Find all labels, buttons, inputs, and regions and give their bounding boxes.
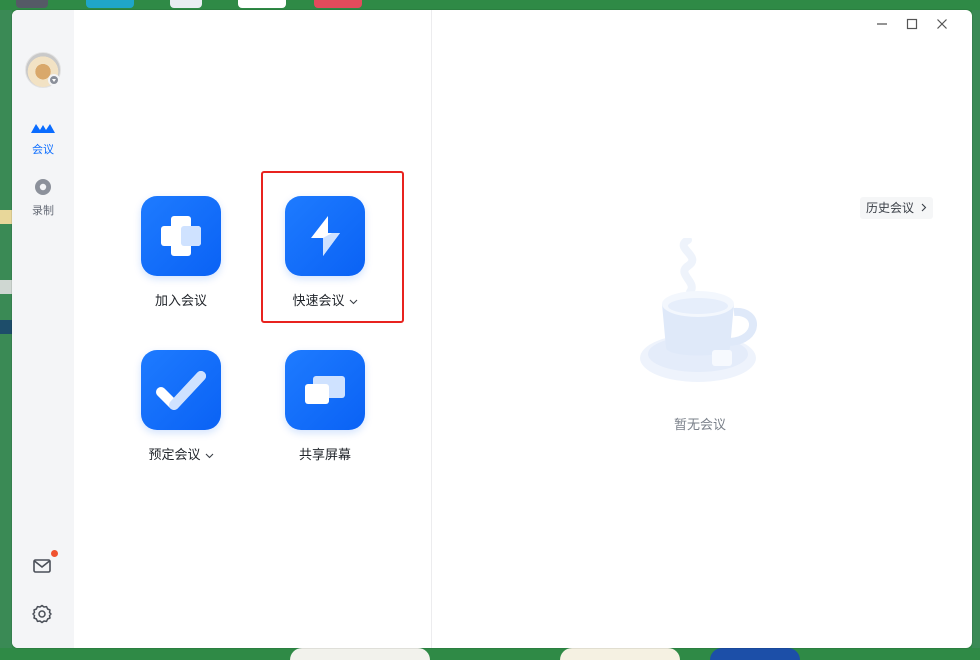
sidebar-item-label: 会议 <box>32 143 54 156</box>
history-meetings-label: 历史会议 <box>866 201 915 215</box>
empty-state-text: 暂无会议 <box>673 418 726 433</box>
sidebar-item-meeting[interactable]: 会议 <box>12 120 74 157</box>
window-controls <box>872 14 962 34</box>
schedule-meeting-label: 预定会议 <box>148 444 213 463</box>
desktop-icon[interactable] <box>314 0 362 8</box>
join-meeting-tile[interactable] <box>141 196 221 276</box>
sidebar-item-label: 录制 <box>32 204 54 217</box>
panel-divider <box>431 10 432 648</box>
chevron-right-icon <box>921 203 927 212</box>
lightning-icon <box>311 216 340 256</box>
notification-dot <box>51 550 58 557</box>
chevron-down-icon[interactable] <box>349 299 358 305</box>
desktop-icon[interactable] <box>238 0 286 8</box>
share-screen-label: 共享屏幕 <box>298 448 351 463</box>
schedule-meeting-button[interactable]: 预定会议 <box>111 350 251 463</box>
mail-icon[interactable] <box>31 555 53 577</box>
desktop-stripe <box>0 210 12 224</box>
avatar-status-badge <box>48 74 60 86</box>
desktop-icon[interactable] <box>16 0 48 8</box>
meeting-app-window: 会议 录制 加入会议 快速会议 预定会议 共享屏幕 历史会议 暂无会议 <box>12 10 972 648</box>
desktop-right-strip <box>972 10 980 660</box>
share-screen-button[interactable]: 共享屏幕 <box>255 350 395 463</box>
check-icon <box>156 371 206 410</box>
quick-meeting-text: 快速会议 <box>292 294 345 309</box>
desktop-icon[interactable] <box>86 0 134 8</box>
quick-meeting-button[interactable]: 快速会议 <box>255 196 395 309</box>
join-meeting-button[interactable]: 加入会议 <box>111 196 251 309</box>
desktop-left-strip <box>0 10 12 660</box>
record-icon <box>35 179 51 195</box>
desktop-stripe <box>0 320 12 334</box>
join-meeting-label: 加入会议 <box>154 294 207 309</box>
desktop-top-strip <box>0 0 980 10</box>
desktop-shape <box>560 648 680 660</box>
sidebar: 会议 录制 <box>12 10 74 648</box>
sidebar-item-record[interactable]: 录制 <box>12 178 74 218</box>
desktop-bottom-strip <box>0 648 980 660</box>
settings-icon[interactable] <box>31 603 53 625</box>
screen-share-icon <box>305 376 345 404</box>
desktop-shape <box>710 648 800 660</box>
history-meetings-button[interactable]: 历史会议 <box>860 197 933 219</box>
quick-meeting-label: 快速会议 <box>292 290 357 309</box>
maximize-icon[interactable] <box>902 14 922 34</box>
quick-meeting-tile[interactable] <box>285 196 365 276</box>
desktop-shape <box>290 648 430 660</box>
minimize-icon[interactable] <box>872 14 892 34</box>
plus-icon <box>161 216 201 256</box>
desktop-icon[interactable] <box>170 0 202 8</box>
schedule-meeting-text: 预定会议 <box>148 448 201 463</box>
close-icon[interactable] <box>932 14 952 34</box>
meeting-icon <box>31 124 55 133</box>
chevron-down-icon[interactable] <box>205 453 214 459</box>
desktop-stripe <box>0 280 12 294</box>
share-screen-tile[interactable] <box>285 350 365 430</box>
coffee-cup-icon <box>640 238 757 382</box>
schedule-meeting-tile[interactable] <box>141 350 221 430</box>
